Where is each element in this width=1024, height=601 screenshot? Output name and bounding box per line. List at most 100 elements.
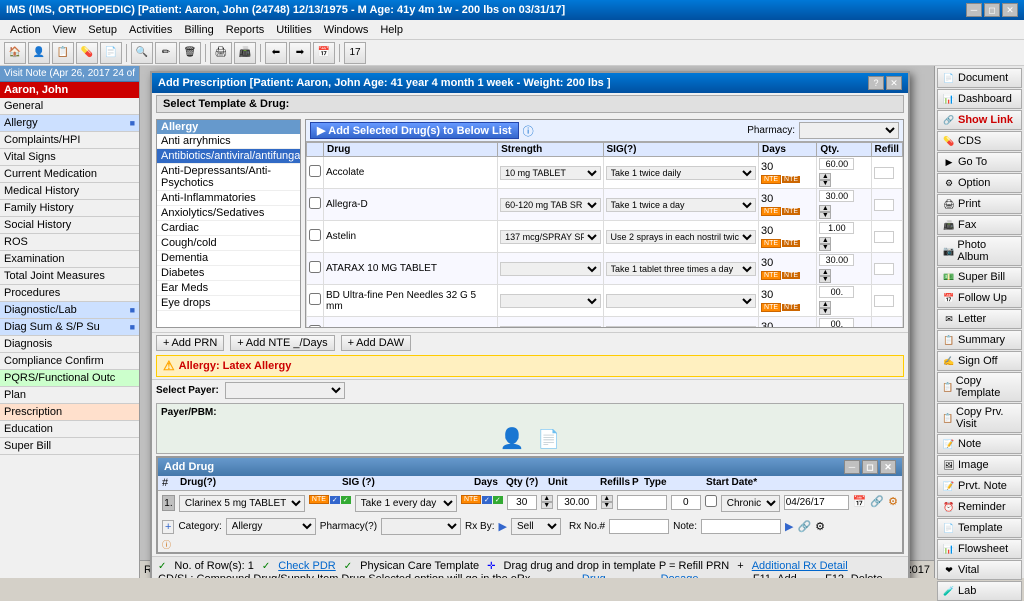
pharmacy-row2-select[interactable] bbox=[381, 518, 461, 535]
menu-windows[interactable]: Windows bbox=[318, 23, 375, 37]
right-btn-cds[interactable]: 💊 CDS bbox=[937, 131, 1022, 151]
sidebar-item-currentmed[interactable]: Current Medication bbox=[0, 166, 139, 183]
sidebar-item-diagnosticlab[interactable]: Diagnostic/Lab ■ bbox=[0, 302, 139, 319]
menu-activities[interactable]: Activities bbox=[123, 23, 178, 37]
right-btn-fax[interactable]: 📠 Fax bbox=[937, 215, 1022, 235]
payer-select[interactable] bbox=[225, 382, 345, 399]
modal-controls[interactable]: ? ✕ bbox=[868, 76, 902, 90]
ref-input-5[interactable] bbox=[874, 327, 894, 328]
qty-stepper[interactable]: ▲▼ bbox=[601, 495, 613, 509]
menu-billing[interactable]: Billing bbox=[178, 23, 219, 37]
sidebar-item-pqrs[interactable]: PQRS/Functional Outc bbox=[0, 370, 139, 387]
qty-stepper-0[interactable]: ▲▼ bbox=[819, 173, 831, 187]
toolbar-btn-14[interactable]: 17 bbox=[344, 42, 366, 64]
sidebar-item-ros[interactable]: ROS bbox=[0, 234, 139, 251]
sidebar-item-superbill[interactable]: Super Bill bbox=[0, 438, 139, 455]
add-prn-btn[interactable]: + Add PRN bbox=[156, 335, 224, 351]
sidebar-item-education[interactable]: Education bbox=[0, 421, 139, 438]
menu-utilities[interactable]: Utilities bbox=[270, 23, 317, 37]
sig-row1-select[interactable]: Take 1 every day bbox=[355, 495, 457, 512]
right-btn-template[interactable]: 📄 Template bbox=[937, 518, 1022, 538]
template-item-cough[interactable]: Cough/cold bbox=[157, 236, 300, 251]
sidebar-item-compliance[interactable]: Compliance Confirm bbox=[0, 353, 139, 370]
note-input[interactable] bbox=[701, 519, 781, 534]
qty-input-5[interactable] bbox=[819, 318, 854, 327]
refills-row1-input[interactable] bbox=[671, 495, 701, 510]
close-btn[interactable]: ✕ bbox=[1002, 3, 1018, 17]
add-nte-btn[interactable]: + Add NTE _/Days bbox=[230, 335, 334, 351]
window-controls[interactable]: ─ ◻ ✕ bbox=[966, 3, 1018, 17]
right-btn-image[interactable]: 🖼 Image bbox=[937, 455, 1022, 475]
patient-name-btn[interactable]: Aaron, John bbox=[0, 82, 139, 98]
toolbar-btn-8[interactable]: 🗑 bbox=[179, 42, 201, 64]
toolbar-btn-9[interactable]: 🖨 bbox=[210, 42, 232, 64]
qty-input-0[interactable] bbox=[819, 158, 854, 170]
add-selected-drugs-btn[interactable]: ▶ Add Selected Drug(s) to Below List bbox=[310, 122, 519, 139]
sidebar-item-diagsum[interactable]: Diag Sum & S/P Su ■ bbox=[0, 319, 139, 336]
add-daw-btn[interactable]: + Add DAW bbox=[341, 335, 411, 351]
right-btn-dashboard[interactable]: 📊 Dashboard bbox=[937, 89, 1022, 109]
startdate-row1-input[interactable] bbox=[784, 495, 849, 510]
right-btn-prvtnote[interactable]: 📝 Prvt. Note bbox=[937, 476, 1022, 496]
sig-select-0[interactable]: Take 1 twice daily bbox=[606, 166, 757, 180]
rxby-select[interactable]: Sell bbox=[511, 518, 561, 535]
qty-stepper-3[interactable]: ▲▼ bbox=[819, 269, 831, 283]
restore-btn[interactable]: ◻ bbox=[984, 3, 1000, 17]
toolbar-btn-5[interactable]: 📄 bbox=[100, 42, 122, 64]
menu-setup[interactable]: Setup bbox=[82, 23, 123, 37]
add-drug-controls-right[interactable]: ─ ◻ ✕ bbox=[844, 460, 896, 474]
sidebar-item-allergy[interactable]: Allergy ■ bbox=[0, 115, 139, 132]
template-item-diabetes[interactable]: Diabetes bbox=[157, 266, 300, 281]
sidebar-item-jointmeasures[interactable]: Total Joint Measures bbox=[0, 268, 139, 285]
template-item-anxio[interactable]: Anxiolytics/Sedatives bbox=[157, 206, 300, 221]
sig-select-1[interactable]: Take 1 twice a day bbox=[606, 198, 757, 212]
toolbar-btn-12[interactable]: ➡ bbox=[289, 42, 311, 64]
drug-checkbox-2[interactable] bbox=[309, 229, 321, 241]
qty-stepper-2[interactable]: ▲▼ bbox=[819, 237, 831, 251]
toolbar-btn-11[interactable]: ⬅ bbox=[265, 42, 287, 64]
sidebar-item-general[interactable]: General bbox=[0, 98, 139, 115]
sig-select-2[interactable]: Use 2 sprays in each nostril twice bbox=[606, 230, 757, 244]
strength-select-2[interactable]: 137 mcg/SPRAY SF bbox=[500, 230, 600, 244]
right-btn-note[interactable]: 📝 Note bbox=[937, 434, 1022, 454]
strength-select-3[interactable] bbox=[500, 262, 600, 276]
right-btn-lab[interactable]: 🧪 Lab bbox=[937, 581, 1022, 601]
strength-select-4[interactable] bbox=[500, 294, 600, 308]
template-item-antiinflam[interactable]: Anti-Inflammatories bbox=[157, 191, 300, 206]
right-btn-showlink[interactable]: 🔗 Show Link bbox=[937, 110, 1022, 130]
days-row1-input[interactable] bbox=[507, 495, 537, 510]
sidebar-item-plan[interactable]: Plan bbox=[0, 387, 139, 404]
row2-icon3[interactable]: ⚙ bbox=[815, 520, 825, 533]
toolbar-btn-2[interactable]: 👤 bbox=[28, 42, 50, 64]
right-btn-summary[interactable]: 📋 Summary bbox=[937, 330, 1022, 350]
qty-input-4[interactable] bbox=[819, 286, 854, 298]
ref-input-4[interactable] bbox=[874, 295, 894, 307]
toolbar-btn-10[interactable]: 📠 bbox=[234, 42, 256, 64]
qty-input-1[interactable] bbox=[819, 190, 854, 202]
sidebar-item-medhistory[interactable]: Medical History bbox=[0, 183, 139, 200]
drug-checkbox-3[interactable] bbox=[309, 261, 321, 273]
row2-icon2[interactable]: 🔗 bbox=[797, 520, 811, 533]
menu-action[interactable]: Action bbox=[4, 23, 47, 37]
menu-view[interactable]: View bbox=[47, 23, 83, 37]
template-item-eyedrops[interactable]: Eye drops bbox=[157, 296, 300, 311]
toolbar-btn-6[interactable]: 🔍 bbox=[131, 42, 153, 64]
toolbar-btn-1[interactable]: 🏠 bbox=[4, 42, 26, 64]
right-btn-superbill[interactable]: 💵 Super Bill bbox=[937, 267, 1022, 287]
ref-input-0[interactable] bbox=[874, 167, 894, 179]
qty-row1-input[interactable] bbox=[557, 495, 597, 510]
drug-checkbox-4[interactable] bbox=[309, 293, 321, 305]
menu-help[interactable]: Help bbox=[374, 23, 409, 37]
pdr-link[interactable]: Check PDR bbox=[278, 560, 335, 572]
strength-select-1[interactable]: 60-120 mg TAB SR bbox=[500, 198, 600, 212]
sidebar-item-prescription[interactable]: Prescription bbox=[0, 404, 139, 421]
template-item-cardiac[interactable]: Cardiac bbox=[157, 221, 300, 236]
right-btn-reminder[interactable]: ⏰ Reminder bbox=[937, 497, 1022, 517]
plus-icon[interactable]: + bbox=[162, 520, 174, 534]
ref-input-2[interactable] bbox=[874, 231, 894, 243]
type-row1-select[interactable]: Chronic bbox=[721, 495, 780, 512]
right-btn-document[interactable]: 📄 Document bbox=[937, 68, 1022, 88]
strength-select-5[interactable]: 0.042 % SPRAY bbox=[500, 326, 600, 328]
template-item-antiarr[interactable]: Anti arryhmics bbox=[157, 134, 300, 149]
right-btn-flowsheet[interactable]: 📊 Flowsheet bbox=[937, 539, 1022, 559]
